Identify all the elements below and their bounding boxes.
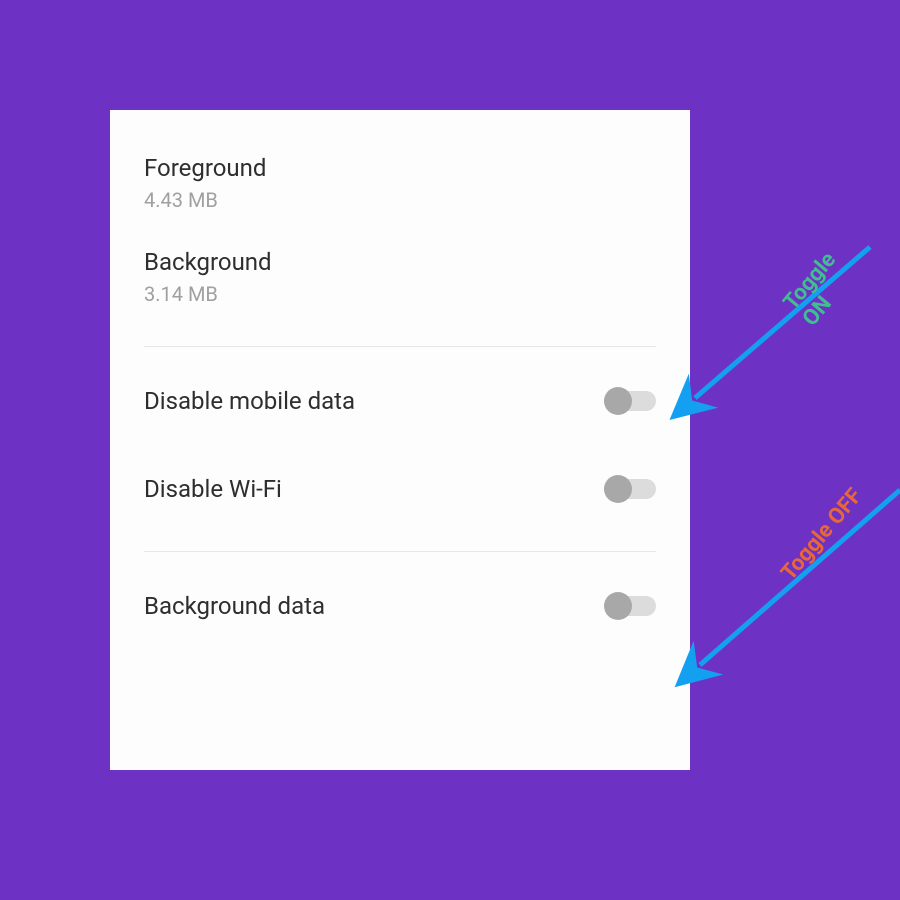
foreground-usage: Foreground 4.43 MB (144, 140, 656, 234)
background-value: 3.14 MB (144, 282, 656, 306)
toggle-knob-icon (604, 592, 632, 620)
background-label: Background (144, 248, 656, 276)
disable-mobile-data-toggle[interactable] (606, 391, 656, 411)
divider (144, 346, 656, 347)
foreground-value: 4.43 MB (144, 188, 656, 212)
background-data-label: Background data (144, 592, 325, 620)
background-data-row: Background data (144, 562, 656, 650)
disable-mobile-data-label: Disable mobile data (144, 387, 355, 415)
foreground-label: Foreground (144, 154, 656, 182)
disable-mobile-data-row: Disable mobile data (144, 357, 656, 445)
disable-wifi-toggle[interactable] (606, 479, 656, 499)
divider (144, 551, 656, 552)
background-usage: Background 3.14 MB (144, 234, 656, 328)
toggle-knob-icon (604, 387, 632, 415)
disable-wifi-row: Disable Wi-Fi (144, 445, 656, 533)
annotation-toggle-on: Toggle ON (779, 221, 883, 331)
annotation-toggle-off: Toggle OFF (776, 484, 867, 586)
disable-wifi-label: Disable Wi-Fi (144, 475, 282, 503)
background-data-toggle[interactable] (606, 596, 656, 616)
settings-panel: Foreground 4.43 MB Background 3.14 MB Di… (110, 110, 690, 770)
toggle-knob-icon (604, 475, 632, 503)
